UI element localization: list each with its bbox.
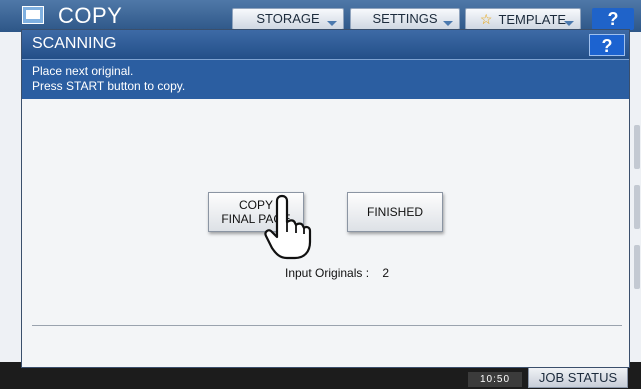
originals-label: Input Originals : [285, 266, 370, 280]
originals-counter: Input Originals : 2 [285, 266, 389, 280]
star-icon: ☆ [479, 11, 493, 27]
chevron-down-icon [443, 21, 453, 26]
top-bar: COPY STORAGE SETTINGS ☆ TEMPLATE ? [0, 0, 641, 32]
help-button[interactable]: ? [592, 8, 634, 30]
message-area: Place next original. Press START button … [22, 59, 629, 99]
tab-template[interactable]: ☆ TEMPLATE [465, 8, 581, 30]
message-line: Press START button to copy. [32, 79, 186, 93]
hand-pointer-icon [264, 194, 312, 260]
originals-count: 2 [382, 266, 390, 280]
finished-label: FINISHED [366, 205, 423, 219]
tab-storage-label: STORAGE [256, 11, 320, 26]
dialog-header: SCANNING ? [22, 30, 629, 59]
scanning-dialog: SCANNING ? Place next original. Press ST… [21, 29, 630, 368]
side-handle[interactable] [634, 185, 640, 229]
copy-app-icon [22, 6, 44, 24]
side-handle[interactable] [634, 125, 640, 169]
dialog-title: SCANNING [32, 35, 117, 52]
app-title: COPY [58, 3, 123, 28]
finished-button[interactable]: FINISHED [347, 192, 443, 232]
tab-template-label: TEMPLATE [498, 12, 567, 27]
dialog-help-button[interactable]: ? [589, 34, 625, 56]
chevron-down-icon [564, 21, 574, 26]
side-handle[interactable] [634, 245, 640, 289]
clock: 10:50 [468, 372, 522, 387]
chevron-down-icon [327, 21, 337, 26]
job-status-button[interactable]: JOB STATUS [528, 366, 628, 388]
divider [32, 325, 622, 326]
tab-storage[interactable]: STORAGE [232, 8, 344, 30]
tab-settings-label: SETTINGS [372, 11, 438, 26]
tab-settings[interactable]: SETTINGS [350, 8, 460, 30]
message-line: Place next original. [32, 64, 134, 78]
